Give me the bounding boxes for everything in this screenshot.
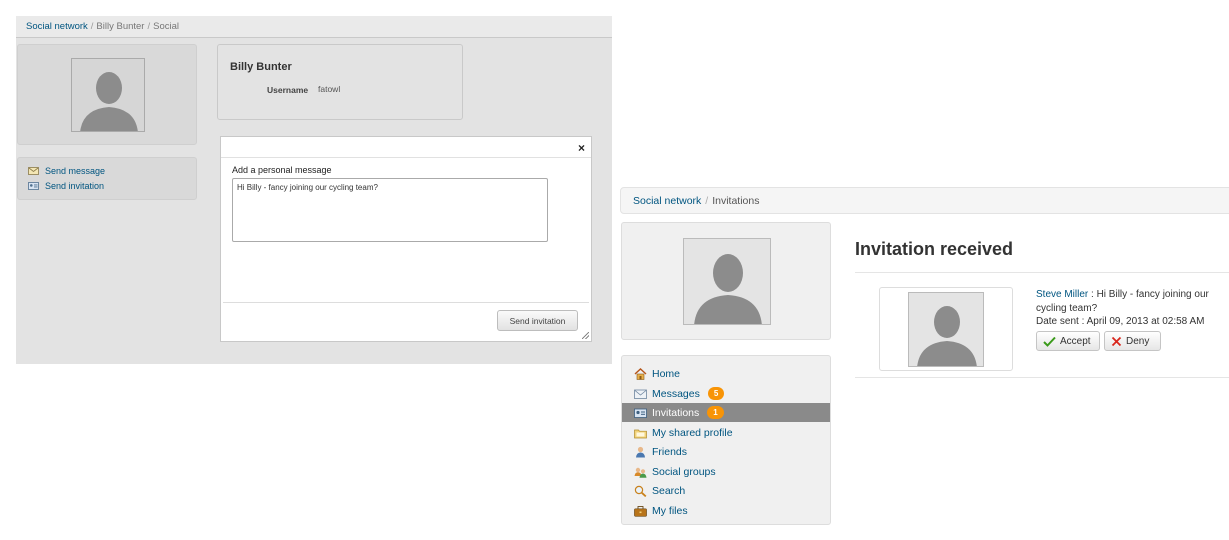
menu-label-search: Search xyxy=(652,484,686,497)
modal-divider xyxy=(221,157,591,158)
menu-label-my-files: My files xyxy=(652,504,688,517)
invitation-date: Date sent : April 09, 2013 at 02:58 AM xyxy=(1036,316,1205,327)
menu-label-friends: Friends xyxy=(652,445,688,458)
menu-label-invitations: Invitations xyxy=(652,406,700,419)
invitations-count-badge: 1 xyxy=(707,406,724,419)
modal-footer-divider xyxy=(223,302,589,303)
send-message-link[interactable]: Send message xyxy=(28,166,105,176)
messages-count-badge: 5 xyxy=(707,387,725,400)
username-label: Username xyxy=(267,85,309,95)
contact-card-icon xyxy=(28,182,39,190)
page-title: Invitation received xyxy=(855,239,1014,259)
menu-item-messages[interactable]: Messages 5 xyxy=(622,384,830,403)
close-icon[interactable]: × xyxy=(578,141,585,155)
profile-photo-panel xyxy=(17,44,197,145)
username-value: fatowl xyxy=(318,84,341,94)
avatar xyxy=(71,58,145,132)
x-icon xyxy=(1111,336,1122,346)
avatar-silhouette-icon xyxy=(80,72,138,131)
menu-item-search[interactable]: Search xyxy=(622,481,830,500)
avatar[interactable] xyxy=(908,292,984,367)
menu-item-shared-profile[interactable]: My shared profile xyxy=(622,423,830,442)
menu-label-shared-profile: My shared profile xyxy=(652,426,733,439)
group-icon xyxy=(634,467,647,478)
send-invitation-link[interactable]: Send invitation xyxy=(28,181,104,191)
breadcrumb-invitations: Invitations xyxy=(712,195,760,207)
breadcrumb: Social network / Invitations xyxy=(620,187,1229,214)
avatar-silhouette-icon xyxy=(694,254,762,324)
profile-photo-panel xyxy=(621,222,831,340)
inviter-photo-panel xyxy=(879,287,1013,371)
pencil-envelope-icon xyxy=(28,167,39,175)
envelope-icon xyxy=(634,389,647,399)
send-invitation-button[interactable]: Send invitation xyxy=(497,310,578,331)
personal-message-label: Add a personal message xyxy=(232,165,332,175)
left-screenshot: Social network / Billy Bunter / Social Billy… xyxy=(16,16,612,364)
send-invitation-label: Send invitation xyxy=(45,181,105,191)
user-icon xyxy=(636,446,645,457)
send-message-label: Send message xyxy=(45,166,106,176)
home-icon xyxy=(634,367,647,380)
deny-button[interactable]: Deny xyxy=(1104,331,1161,351)
inviter-name-link[interactable]: Steve Miller xyxy=(1036,289,1088,300)
right-screenshot: Social network / Invitations Home Messages… xyxy=(620,187,1229,540)
deny-label: Deny xyxy=(1126,335,1150,347)
contact-card-icon xyxy=(634,408,647,418)
menu-item-invitations[interactable]: Invitations 1 xyxy=(622,403,830,422)
breadcrumb-social-network[interactable]: Social network xyxy=(633,195,701,207)
menu-label-messages: Messages xyxy=(652,387,700,400)
profile-info-panel: Billy Bunter Username fatowl xyxy=(217,44,463,120)
divider xyxy=(855,272,1229,273)
menu-label-social-groups: Social groups xyxy=(652,465,716,478)
breadcrumb-billy-bunter: Billy Bunter xyxy=(96,21,145,32)
menu-item-home[interactable]: Home xyxy=(622,364,830,383)
menu-item-my-files[interactable]: My files xyxy=(622,501,830,520)
profile-name: Billy Bunter xyxy=(230,61,292,73)
invitation-message: Steve Miller : Hi Billy - fancy joining … xyxy=(1036,288,1226,315)
personal-message-textarea[interactable]: Hi Billy - fancy joining our cycling tea… xyxy=(232,178,548,242)
divider xyxy=(855,377,1229,378)
invitation-modal: × Add a personal message Hi Billy - fanc… xyxy=(220,136,592,342)
breadcrumb: Social network / Billy Bunter / Social xyxy=(16,16,612,38)
accept-button[interactable]: Accept xyxy=(1036,331,1100,351)
profile-actions-panel: Send message Send invitation xyxy=(17,157,197,200)
avatar-silhouette-icon xyxy=(917,306,977,366)
accept-label: Accept xyxy=(1060,335,1091,347)
breadcrumb-social: Social xyxy=(153,21,179,32)
avatar xyxy=(683,238,771,325)
folder-icon xyxy=(634,429,647,438)
check-icon xyxy=(1043,336,1056,347)
menu-item-friends[interactable]: Friends xyxy=(622,442,830,461)
social-menu: Home Messages 5 Invitations 1 My shared … xyxy=(621,355,831,525)
menu-label-home: Home xyxy=(652,367,681,380)
resize-grip-icon[interactable] xyxy=(582,332,589,339)
menu-item-social-groups[interactable]: Social groups xyxy=(622,462,830,481)
magnifier-icon xyxy=(634,485,647,497)
briefcase-icon xyxy=(634,505,647,517)
breadcrumb-social-network[interactable]: Social network xyxy=(26,21,88,32)
